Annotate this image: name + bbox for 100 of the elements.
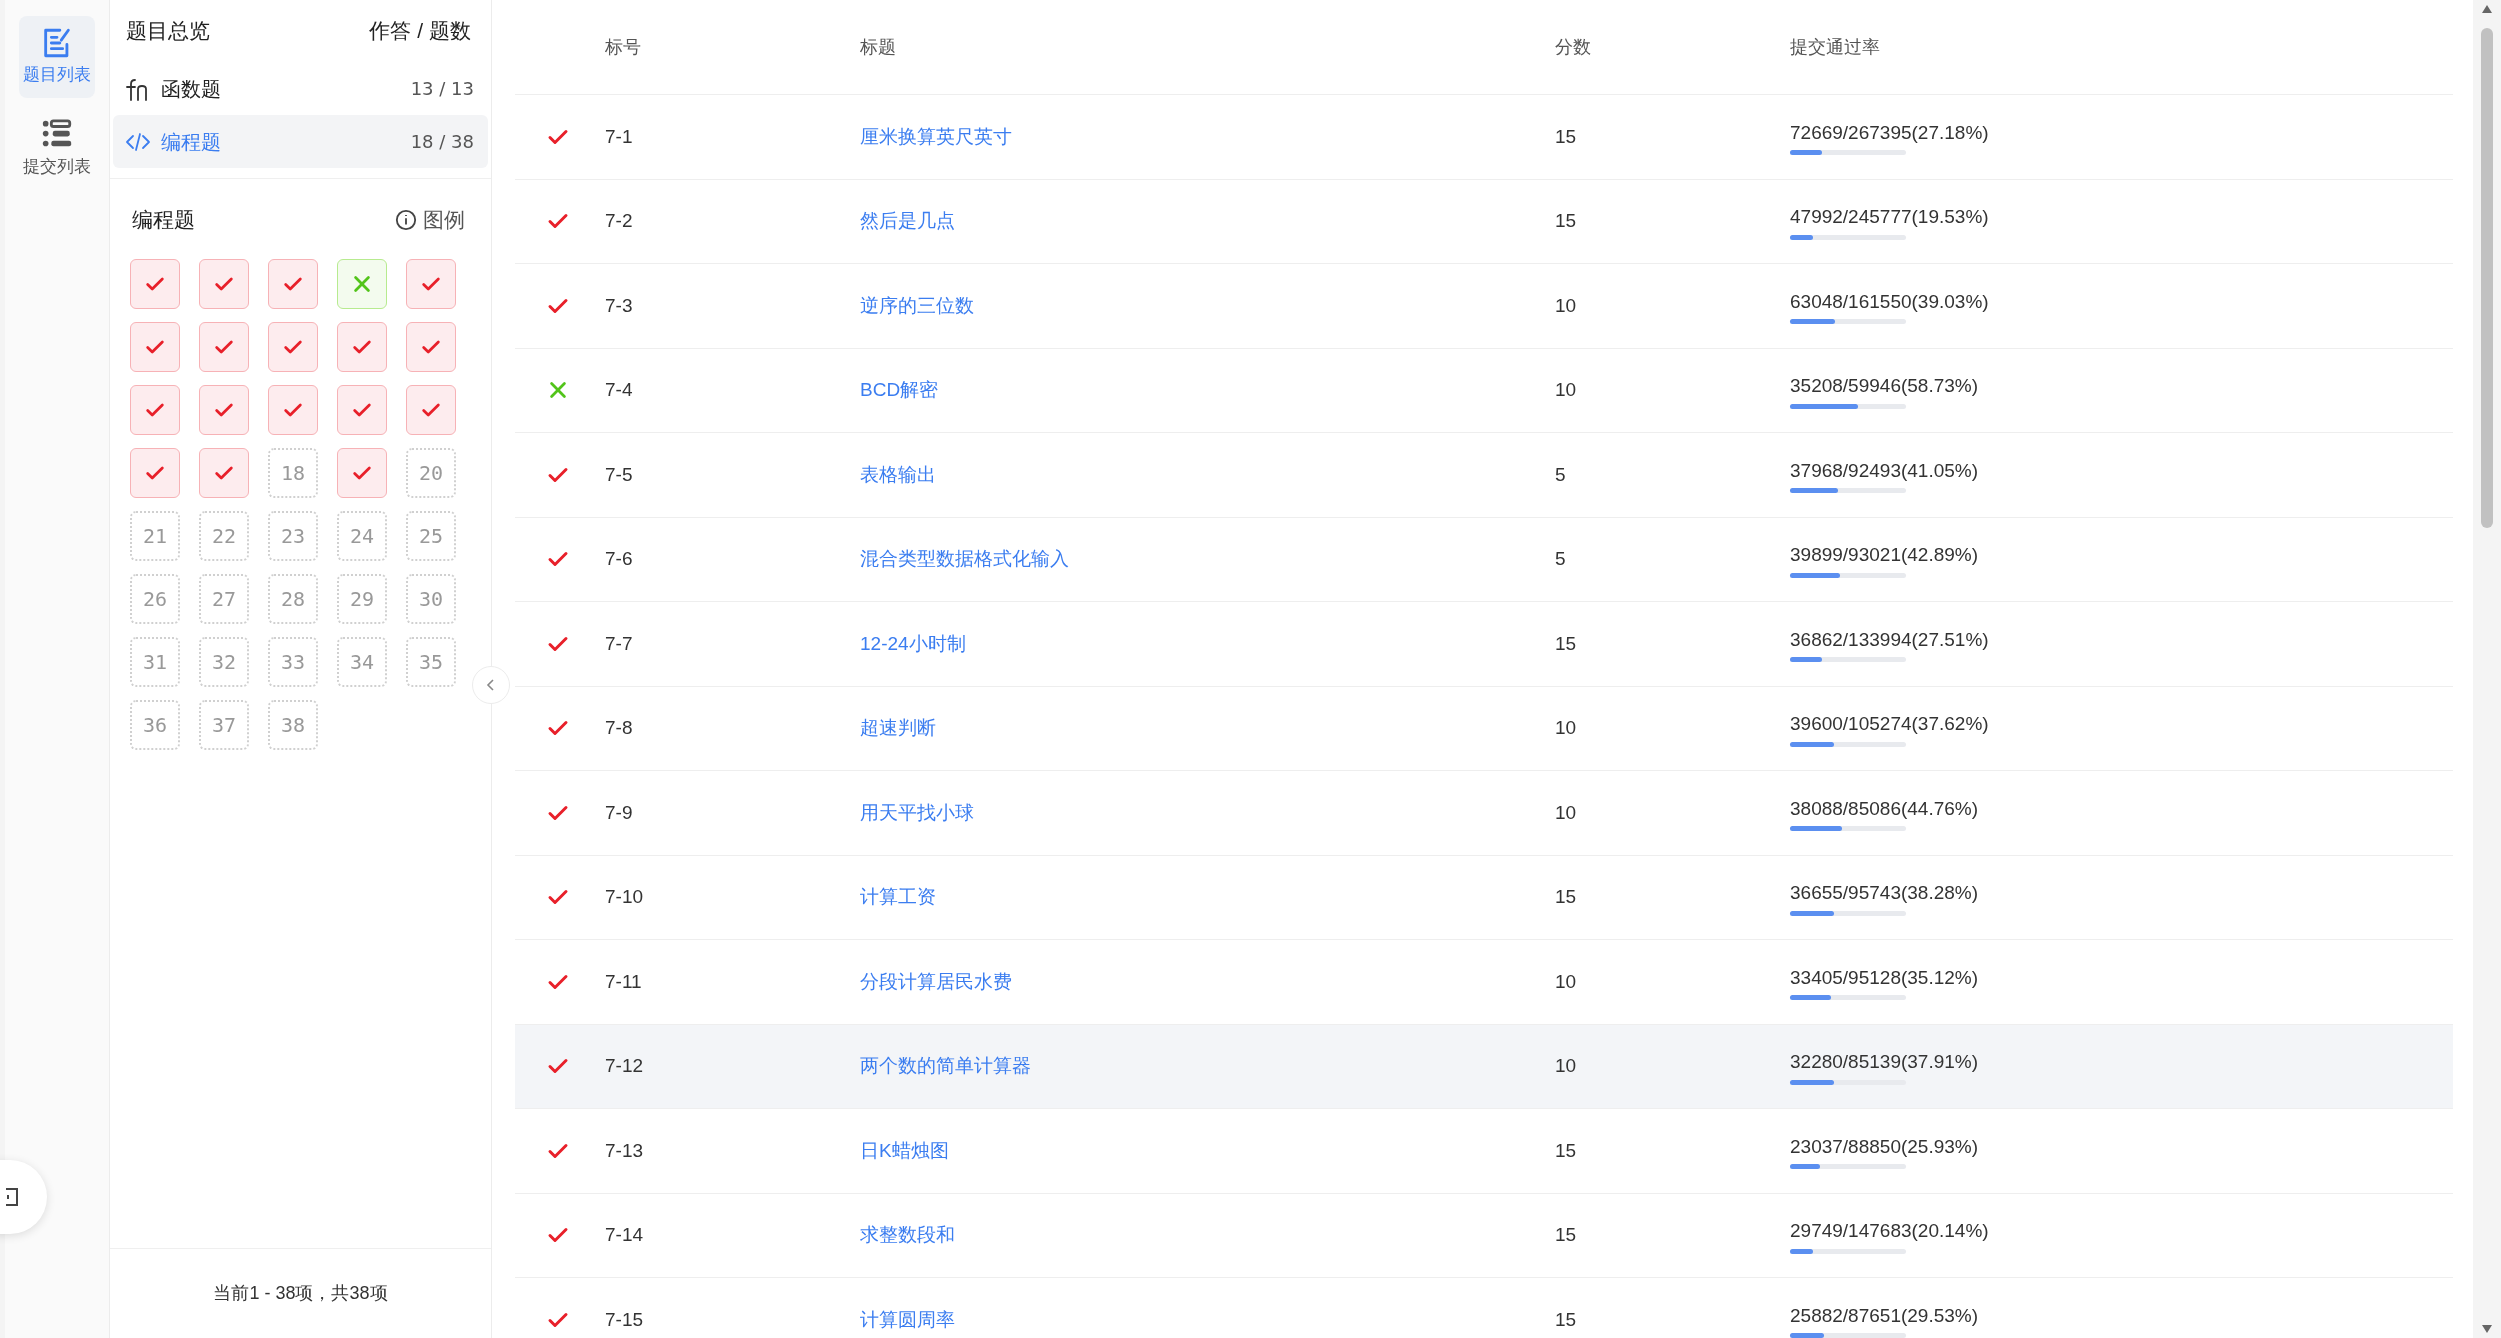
problem-cell[interactable]: 18 — [268, 448, 318, 498]
scrollbar-thumb[interactable] — [2481, 28, 2493, 528]
table-cell-text: 7-1 — [605, 124, 634, 149]
problem-cell[interactable]: 38 — [268, 700, 318, 750]
solved-cell[interactable] — [199, 259, 249, 309]
problem-link[interactable]: 求整数段和 — [860, 1224, 955, 1245]
table-cell-text: 7-15 — [605, 1307, 645, 1332]
solved-cell[interactable] — [199, 448, 249, 498]
problem-cell[interactable]: 30 — [406, 574, 456, 624]
problem-cell[interactable]: 26 — [130, 574, 180, 624]
problem-cell[interactable]: 24 — [337, 511, 387, 561]
problem-cell[interactable]: 34 — [337, 637, 387, 687]
table-cell-text: 7-4 — [605, 378, 634, 402]
solved-cell[interactable] — [406, 385, 456, 435]
solved-cell[interactable] — [268, 385, 318, 435]
problem-link[interactable]: 超速判断 — [860, 717, 936, 738]
table-cell-text: 7-2 — [605, 209, 634, 233]
scroll-up-icon[interactable] — [2481, 4, 2493, 14]
failed-cell[interactable] — [337, 259, 387, 309]
column-header: 标号 — [605, 35, 642, 59]
problem-cell[interactable]: 32 — [199, 637, 249, 687]
legend-button[interactable]: 图例 — [395, 204, 465, 236]
table-cell-text: 7-7 — [605, 631, 634, 656]
problem-link[interactable]: 用天平找小球 — [860, 801, 974, 823]
section-title: 编程题 — [132, 207, 195, 234]
problem-link[interactable]: 然后是几点 — [860, 210, 955, 231]
problem-cell[interactable]: 35 — [406, 637, 456, 687]
problem-link[interactable]: 逆序的三位数 — [860, 294, 974, 316]
problem-cell[interactable]: 29 — [337, 574, 387, 624]
table-cell-text: 15 — [1555, 124, 1578, 149]
pass-rate-text: 39899/93021(42.89%) — [1790, 543, 1980, 567]
problem-cell[interactable]: 21 — [130, 511, 180, 561]
table-cell-text: 7-6 — [605, 547, 634, 571]
problem-cell[interactable]: 23 — [268, 511, 318, 561]
solved-cell[interactable] — [199, 322, 249, 372]
solved-cell[interactable] — [337, 385, 387, 435]
problem-link[interactable]: 厘米换算英尺英寸 — [860, 125, 1012, 147]
solved-cell[interactable] — [406, 322, 456, 372]
problem-link[interactable]: 计算圆周率 — [860, 1308, 955, 1330]
solved-cell[interactable] — [199, 385, 249, 435]
cross-icon — [351, 273, 373, 295]
table-cell-text: 15 — [1555, 885, 1578, 909]
scroll-down-icon[interactable] — [2481, 1324, 2493, 1334]
table-cell-text: 15 — [1555, 1223, 1578, 1247]
solved-cell[interactable] — [268, 322, 318, 372]
table-cell-text: 15 — [1555, 631, 1578, 656]
problem-cell[interactable]: 36 — [130, 700, 180, 750]
table-cell-text: 7-11 — [605, 969, 643, 994]
problem-link[interactable]: 12-24小时制 — [860, 632, 966, 654]
problem-cell[interactable]: 27 — [199, 574, 249, 624]
info-icon — [395, 209, 417, 231]
table-row[interactable]: 7-12 两个数的简单计算器 10 32280/85139(37.91%) — [515, 1024, 2453, 1109]
table-cell-text: 10 — [1555, 716, 1578, 740]
problem-cell[interactable]: 31 — [130, 637, 180, 687]
solved-cell[interactable] — [406, 259, 456, 309]
pass-rate-text: 38088/85086(44.76%) — [1790, 796, 1980, 821]
solved-cell[interactable] — [337, 322, 387, 372]
pass-rate-text: 63048/161550(39.03%) — [1790, 289, 1990, 314]
problem-link[interactable]: 分段计算居民水费 — [860, 970, 1012, 992]
solved-cell[interactable] — [130, 385, 180, 435]
pass-rate-text: 35208/59946(58.73%) — [1790, 374, 1980, 398]
table-cell-text: 10 — [1555, 378, 1578, 402]
solved-cell[interactable] — [130, 448, 180, 498]
table-cell-text: 7-13 — [605, 1138, 645, 1163]
pass-rate-text: 72669/267395(27.18%) — [1790, 120, 1990, 145]
solved-cell[interactable] — [268, 259, 318, 309]
table-cell-text: 15 — [1555, 209, 1578, 233]
pass-rate-text: 36862/133994(27.51%) — [1790, 627, 1990, 652]
solved-cell[interactable] — [337, 448, 387, 498]
problem-link[interactable]: 计算工资 — [860, 886, 936, 907]
pass-rate-text: 47992/245777(19.53%) — [1790, 205, 1990, 229]
problem-cell[interactable]: 33 — [268, 637, 318, 687]
table-cell-text: 7-3 — [605, 293, 634, 318]
problem-cell[interactable]: 22 — [199, 511, 249, 561]
problem-link[interactable]: 日K蜡烛图 — [860, 1139, 949, 1161]
table-cell-text: 10 — [1555, 969, 1578, 994]
problem-link[interactable]: 两个数的简单计算器 — [860, 1055, 1031, 1076]
problem-cell[interactable]: 20 — [406, 448, 456, 498]
problem-link[interactable]: 表格输出 — [860, 463, 936, 485]
problem-cell[interactable]: 28 — [268, 574, 318, 624]
table-cell-text: 7-12 — [605, 1054, 645, 1078]
nav-item[interactable]: 提交列表 — [19, 107, 95, 189]
table-cell-text: 15 — [1555, 1138, 1578, 1163]
pass-rate-text: 39600/105274(37.62%) — [1790, 712, 1990, 736]
table-cell-text: 7-10 — [605, 885, 645, 909]
table-cell-text: 15 — [1555, 1307, 1578, 1332]
problem-cell[interactable]: 37 — [199, 700, 249, 750]
nav-item[interactable]: 题目列表 — [19, 16, 95, 98]
solved-cell[interactable] — [130, 322, 180, 372]
solved-cell[interactable] — [130, 259, 180, 309]
table-cell-text: 10 — [1555, 293, 1578, 318]
category-item[interactable]: 编程题 18 / 38 — [113, 115, 488, 168]
problem-cell[interactable]: 25 — [406, 511, 456, 561]
problem-link[interactable]: 混合类型数据格式化输入 — [860, 548, 1069, 569]
table-cell-text: 7-5 — [605, 462, 634, 487]
column-header: 提交通过率 — [1790, 35, 1881, 59]
category-item[interactable]: 函数题 13 / 13 — [113, 62, 488, 115]
pass-rate-text: 33405/95128(35.12%) — [1790, 965, 1980, 990]
problem-link[interactable]: BCD解密 — [860, 379, 939, 400]
table-cell-text: 10 — [1555, 800, 1578, 825]
